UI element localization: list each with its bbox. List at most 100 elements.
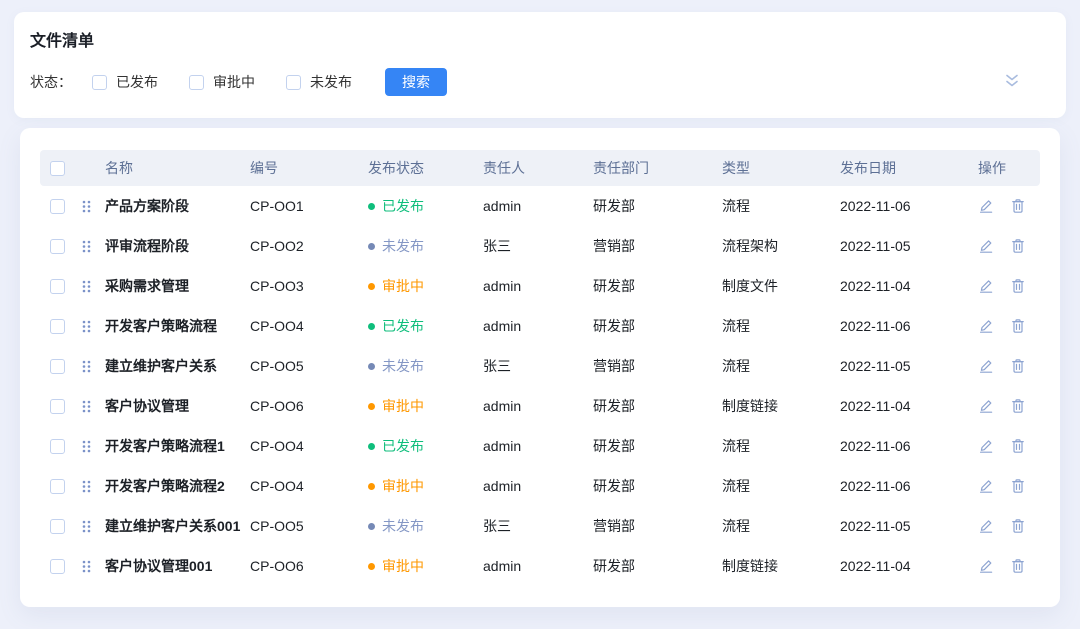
table-row: 建立维护客户关系001 CP-OO5 未发布 张三 营销部 流程 2022-11… — [40, 506, 1040, 546]
file-code: CP-OO6 — [250, 398, 368, 414]
edit-icon[interactable] — [978, 518, 994, 534]
delete-icon[interactable] — [1010, 318, 1026, 334]
owner: 张三 — [483, 356, 593, 376]
file-code: CP-OO2 — [250, 238, 368, 254]
table-row: 开发客户策略流程 CP-OO4 已发布 admin 研发部 流程 2022-11… — [40, 306, 1040, 346]
checkbox-reviewing[interactable] — [189, 75, 204, 90]
file-name: 建立维护客户关系 — [105, 356, 250, 376]
file-type: 流程 — [722, 436, 840, 456]
publish-date: 2022-11-06 — [840, 198, 978, 214]
table-body: 产品方案阶段 CP-OO1 已发布 admin 研发部 流程 2022-11-0… — [40, 186, 1040, 586]
edit-icon[interactable] — [978, 358, 994, 374]
drag-handle-icon[interactable] — [82, 200, 91, 213]
checkbox-unpublished-label: 未发布 — [310, 72, 352, 92]
edit-icon[interactable] — [978, 318, 994, 334]
owner: admin — [483, 438, 593, 454]
status-filter-row: 状态： 已发布 审批中 未发布 搜索 — [30, 68, 1050, 96]
drag-handle-icon[interactable] — [82, 480, 91, 493]
row-checkbox[interactable] — [50, 239, 65, 254]
drag-handle-icon[interactable] — [82, 360, 91, 373]
table-row: 客户协议管理 CP-OO6 审批中 admin 研发部 制度链接 2022-11… — [40, 386, 1040, 426]
file-name: 采购需求管理 — [105, 276, 250, 296]
checkbox-unpublished[interactable] — [286, 75, 301, 90]
delete-icon[interactable] — [1010, 198, 1026, 214]
status-filter-reviewing[interactable]: 审批中 — [189, 72, 255, 92]
publish-status: 审批中 — [368, 396, 483, 416]
owner: admin — [483, 278, 593, 294]
file-type: 制度链接 — [722, 556, 840, 576]
drag-handle-icon[interactable] — [82, 320, 91, 333]
publish-status: 未发布 — [368, 516, 483, 536]
col-header-dept: 责任部门 — [593, 158, 722, 178]
row-checkbox[interactable] — [50, 519, 65, 534]
file-type: 流程 — [722, 196, 840, 216]
status-text: 审批中 — [382, 556, 424, 576]
delete-icon[interactable] — [1010, 438, 1026, 454]
drag-handle-icon[interactable] — [82, 560, 91, 573]
edit-icon[interactable] — [978, 438, 994, 454]
edit-icon[interactable] — [978, 558, 994, 574]
publish-date: 2022-11-06 — [840, 478, 978, 494]
publish-status: 未发布 — [368, 236, 483, 256]
search-button[interactable]: 搜索 — [385, 68, 447, 96]
delete-icon[interactable] — [1010, 238, 1026, 254]
delete-icon[interactable] — [1010, 518, 1026, 534]
drag-handle-icon[interactable] — [82, 240, 91, 253]
row-checkbox[interactable] — [50, 399, 65, 414]
status-text: 已发布 — [382, 436, 424, 456]
file-type: 制度文件 — [722, 276, 840, 296]
file-name: 开发客户策略流程2 — [105, 476, 250, 496]
row-checkbox[interactable] — [50, 199, 65, 214]
publish-date: 2022-11-04 — [840, 558, 978, 574]
row-checkbox[interactable] — [50, 319, 65, 334]
publish-date: 2022-11-05 — [840, 518, 978, 534]
edit-icon[interactable] — [978, 278, 994, 294]
file-code: CP-OO5 — [250, 518, 368, 534]
edit-icon[interactable] — [978, 478, 994, 494]
file-type: 流程架构 — [722, 236, 840, 256]
file-name: 开发客户策略流程 — [105, 316, 250, 336]
status-text: 未发布 — [382, 516, 424, 536]
row-checkbox[interactable] — [50, 439, 65, 454]
row-checkbox[interactable] — [50, 479, 65, 494]
filter-card: 文件清单 状态： 已发布 审批中 未发布 搜索 — [14, 12, 1066, 118]
publish-date: 2022-11-04 — [840, 398, 978, 414]
checkbox-published[interactable] — [92, 75, 107, 90]
publish-status: 审批中 — [368, 276, 483, 296]
status-dot-icon — [368, 523, 375, 530]
status-dot-icon — [368, 323, 375, 330]
delete-icon[interactable] — [1010, 278, 1026, 294]
publish-status: 未发布 — [368, 356, 483, 376]
file-code: CP-OO5 — [250, 358, 368, 374]
row-checkbox[interactable] — [50, 279, 65, 294]
row-checkbox[interactable] — [50, 559, 65, 574]
file-list-table-card: 名称 编号 发布状态 责任人 责任部门 类型 发布日期 操作 产品方案阶段 CP… — [20, 128, 1060, 607]
checkbox-reviewing-label: 审批中 — [213, 72, 255, 92]
status-text: 未发布 — [382, 356, 424, 376]
drag-handle-icon[interactable] — [82, 440, 91, 453]
row-checkbox[interactable] — [50, 359, 65, 374]
drag-handle-icon[interactable] — [82, 400, 91, 413]
owner: admin — [483, 398, 593, 414]
delete-icon[interactable] — [1010, 358, 1026, 374]
drag-handle-icon[interactable] — [82, 280, 91, 293]
status-filter-unpublished[interactable]: 未发布 — [286, 72, 352, 92]
department: 研发部 — [593, 196, 722, 216]
delete-icon[interactable] — [1010, 478, 1026, 494]
delete-icon[interactable] — [1010, 398, 1026, 414]
double-chevron-down-icon[interactable] — [1002, 71, 1022, 91]
delete-icon[interactable] — [1010, 558, 1026, 574]
file-code: CP-OO4 — [250, 438, 368, 454]
col-header-date: 发布日期 — [840, 158, 978, 178]
edit-icon[interactable] — [978, 198, 994, 214]
status-filter-published[interactable]: 已发布 — [92, 72, 158, 92]
edit-icon[interactable] — [978, 398, 994, 414]
select-all-checkbox[interactable] — [50, 161, 65, 176]
drag-handle-icon[interactable] — [82, 520, 91, 533]
file-name: 客户协议管理001 — [105, 556, 250, 576]
file-name: 评审流程阶段 — [105, 236, 250, 256]
file-type: 流程 — [722, 356, 840, 376]
file-type: 制度链接 — [722, 396, 840, 416]
status-text: 审批中 — [382, 476, 424, 496]
edit-icon[interactable] — [978, 238, 994, 254]
